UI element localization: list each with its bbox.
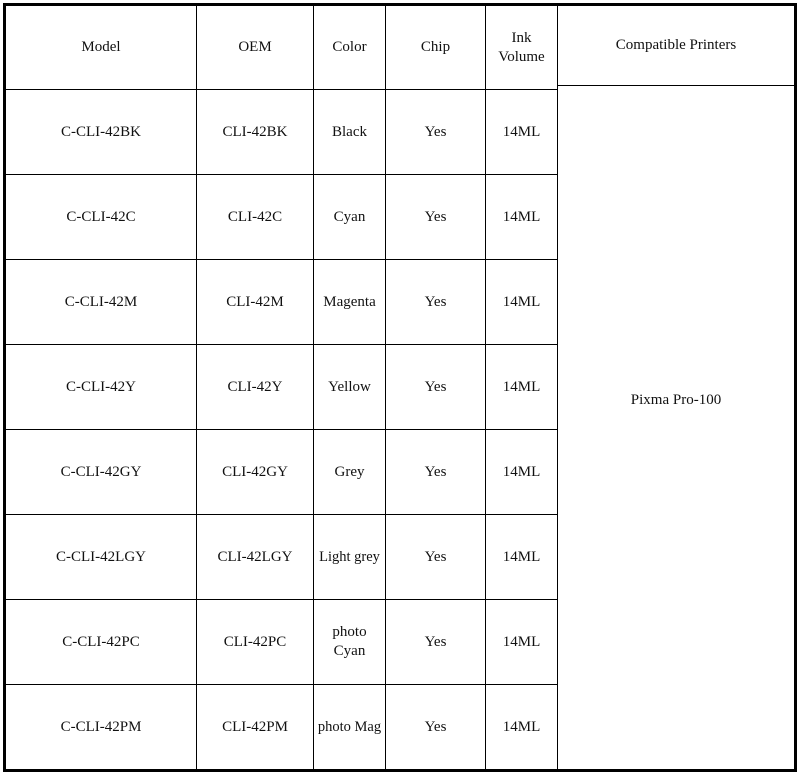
cell-oem: CLI-42BK [196,89,314,175]
cell-chip: Yes [385,344,486,430]
cell-color: Light grey [313,514,386,600]
cell-oem: CLI-42Y [196,344,314,430]
cell-ink-volume: 14ML [485,89,558,175]
cell-model: C-CLI-42PC [4,599,197,685]
spec-table-container: Model OEM Color Chip Ink Volume Compatibl… [3,3,797,772]
cell-oem: CLI-42C [196,174,314,260]
cell-model: C-CLI-42GY [4,429,197,515]
cell-oem: CLI-42PM [196,684,314,771]
cell-chip: Yes [385,514,486,600]
cell-ink-volume: 14ML [485,514,558,600]
cell-model: C-CLI-42C [4,174,197,260]
cell-color: photo Cyan [313,599,386,685]
cell-oem: CLI-42M [196,259,314,345]
cell-color: Magenta [313,259,386,345]
cell-chip: Yes [385,259,486,345]
cell-color: Black [313,89,386,175]
cell-color: Cyan [313,174,386,260]
cell-model: C-CLI-42Y [4,344,197,430]
cell-chip: Yes [385,599,486,685]
cell-chip: Yes [385,89,486,175]
cell-color-line2: Cyan [333,643,366,659]
cell-model: C-CLI-42PM [4,684,197,771]
compatible-printers-value: Pixma Pro-100 [630,391,722,408]
cell-chip: Yes [385,174,486,260]
cell-chip: Yes [385,684,486,771]
cell-color: Grey [313,429,386,515]
cell-ink-volume: 14ML [485,684,558,771]
cell-oem: CLI-42LGY [196,514,314,600]
cell-color-line1: photo [332,623,367,640]
cell-model: C-CLI-42M [4,259,197,345]
ink-cartridge-spec-table: Model OEM Color Chip Ink Volume Compatibl… [3,3,797,772]
column-header-chip: Chip [385,4,486,90]
column-header-ink-volume-line1: Ink [511,29,532,46]
cell-oem: CLI-42PC [196,599,314,685]
cell-chip: Yes [385,429,486,515]
column-header-color: Color [313,4,386,90]
table-header-row: Model OEM Color Chip Ink Volume Compatibl… [4,4,796,771]
cell-ink-volume: 14ML [485,344,558,430]
cell-model: C-CLI-42LGY [4,514,197,600]
cell-ink-volume: 14ML [485,429,558,515]
cell-ink-volume: 14ML [485,174,558,260]
column-header-compatible-printers: Compatible Printers Pixma Pro-100 [557,4,796,771]
compatible-printers-header-label: Compatible Printers [558,6,794,86]
cell-model: C-CLI-42BK [4,89,197,175]
cell-color: photo Mag [313,684,386,771]
cell-ink-volume: 14ML [485,599,558,685]
cell-ink-volume: 14ML [485,259,558,345]
column-header-model: Model [4,4,197,90]
column-header-ink-volume: Ink Volume [485,4,558,90]
cell-color: Yellow [313,344,386,430]
column-header-ink-volume-line2: Volume [498,48,545,65]
cell-oem: CLI-42GY [196,429,314,515]
column-header-oem: OEM [196,4,314,90]
